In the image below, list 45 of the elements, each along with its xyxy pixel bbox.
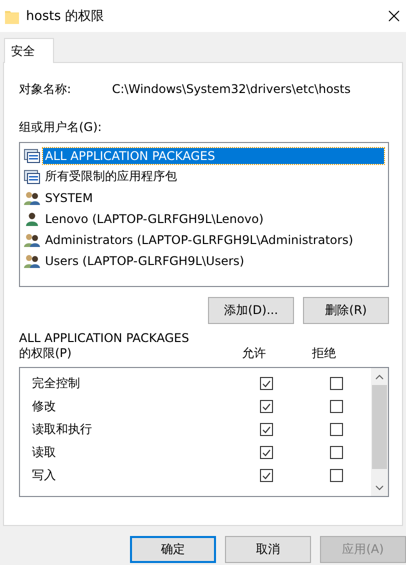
remove-button[interactable]: 删除(R): [303, 297, 389, 324]
permission-name: 读取: [32, 444, 57, 461]
checkbox[interactable]: [330, 423, 342, 436]
close-icon[interactable]: [388, 10, 400, 22]
user-list-item[interactable]: ALL APPLICATION PACKAGES: [43, 148, 384, 164]
object-name-label: 对象名称:: [19, 80, 72, 98]
checkbox[interactable]: [260, 400, 272, 413]
column-header: 拒绝: [312, 345, 336, 362]
checkbox[interactable]: [260, 446, 272, 459]
permissions-subject: ALL APPLICATION PACKAGES: [19, 331, 190, 345]
scroll-down-icon[interactable]: [375, 484, 384, 490]
package-icon: [24, 148, 40, 162]
column-header: 允许: [242, 345, 266, 362]
tab[interactable]: 安全: [4, 38, 54, 63]
checkbox[interactable]: [330, 400, 342, 413]
permission-name: 写入: [32, 467, 57, 484]
user-list-item[interactable]: Lenovo (LAPTOP-GLRFGH9L\Lenovo): [43, 210, 384, 226]
user-list-item[interactable]: SYSTEM: [43, 190, 384, 206]
add-button[interactable]: 添加(D)...: [208, 297, 294, 324]
group-list-label: 组或用户名(G):: [19, 119, 103, 136]
cancel-button[interactable]: 取消: [225, 536, 311, 563]
checkbox[interactable]: [260, 377, 272, 390]
permission-name: 完全控制: [32, 375, 81, 392]
user-list-item[interactable]: Users (LAPTOP-GLRFGH9L\Users): [43, 252, 384, 268]
checkbox[interactable]: [330, 446, 342, 459]
checkbox[interactable]: [260, 423, 272, 436]
checkbox[interactable]: [260, 469, 272, 482]
window-title: hosts 的权限: [26, 8, 105, 25]
permission-name: 修改: [32, 398, 57, 415]
users-icon: [24, 232, 40, 246]
folder-icon: [5, 8, 19, 24]
checkbox[interactable]: [330, 377, 342, 390]
ok-button[interactable]: 确定: [130, 536, 216, 563]
permission-name: 读取和执行: [32, 421, 93, 438]
users-icon: [24, 190, 40, 204]
user-list-item[interactable]: Administrators (LAPTOP-GLRFGH9L\Administrators): [43, 232, 384, 248]
object-path: C:\Windows\System32\drivers\etc\hosts: [112, 82, 351, 96]
scroll-up-icon[interactable]: [375, 374, 384, 380]
user-list-item[interactable]: 所有受限制的应用程序包: [43, 167, 384, 186]
users-icon: [24, 254, 40, 268]
scrollbar[interactable]: [371, 368, 388, 496]
checkbox[interactable]: [330, 469, 342, 482]
package-icon: [24, 170, 40, 184]
user-icon: [24, 212, 40, 226]
permissions-label: 的权限(P): [19, 345, 73, 362]
